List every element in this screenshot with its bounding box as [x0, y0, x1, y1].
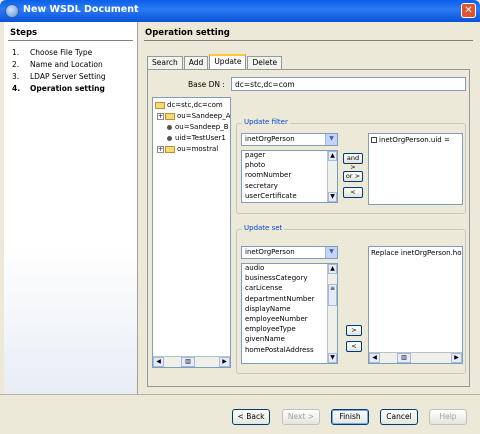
- finish-button[interactable]: Finish: [331, 409, 369, 425]
- tree-node[interactable]: uid=TestUser1: [165, 133, 226, 143]
- list-item[interactable]: roomNumber: [242, 171, 337, 181]
- scroll-thumb[interactable]: ≡: [328, 284, 337, 306]
- step-item-active: 4. Operation setting: [12, 84, 105, 93]
- set-objectclass-select[interactable]: inetOrgPerson ▼: [241, 246, 338, 259]
- tab-update[interactable]: Update: [209, 54, 247, 69]
- steps-header: Steps: [10, 28, 38, 38]
- list-item[interactable]: givenName: [242, 335, 337, 345]
- step-item: 2. Name and Location: [12, 60, 103, 69]
- back-button[interactable]: < Back: [232, 409, 270, 425]
- and-button[interactable]: and >: [343, 153, 363, 171]
- list-item[interactable]: departmentNumber: [242, 295, 337, 305]
- step-item: 3. LDAP Server Setting: [12, 72, 106, 81]
- scroll-thumb[interactable]: ▥: [397, 353, 411, 363]
- scroll-left-icon[interactable]: ◀: [369, 353, 380, 363]
- scroll-up-icon[interactable]: ▲: [328, 264, 337, 274]
- vertical-scrollbar[interactable]: ▲ ▼: [327, 151, 337, 202]
- horizontal-scrollbar[interactable]: ◀ ▥ ▶: [369, 352, 462, 363]
- scroll-left-icon[interactable]: ◀: [153, 357, 164, 367]
- set-attribute-list[interactable]: audio businessCategory carLicense depart…: [241, 263, 338, 364]
- base-dn-field[interactable]: dc=stc,dc=com: [231, 77, 466, 91]
- list-item[interactable]: audio: [242, 264, 337, 274]
- window-title: New WSDL Document: [23, 4, 139, 15]
- node-icon: [167, 135, 172, 141]
- update-filter-group: Update filter inetOrgPerson ▼ pager phot…: [236, 118, 466, 214]
- list-item[interactable]: userCertificate: [242, 192, 337, 202]
- wizard-button-bar: < Back Next > Finish Cancel Help: [0, 394, 480, 434]
- tree-node[interactable]: + ou=mostral: [157, 144, 218, 154]
- set-expression-area[interactable]: Replace inetOrgPerson.home ◀ ▥ ▶: [368, 246, 463, 364]
- steps-list: 1. Choose File Type 2. Name and Location 3…: [12, 48, 106, 96]
- expand-icon[interactable]: +: [157, 145, 164, 153]
- main-panel: Operation setting Search Add Update Dele…: [141, 22, 476, 394]
- tab-delete[interactable]: Delete: [247, 56, 283, 69]
- list-item[interactable]: secretary: [242, 182, 337, 192]
- tree-node[interactable]: + ou=Sandeep_A: [157, 111, 230, 121]
- help-button[interactable]: Help: [429, 409, 467, 425]
- checkbox-icon[interactable]: [371, 137, 377, 143]
- scroll-down-icon[interactable]: ▼: [328, 353, 337, 363]
- scroll-up-icon[interactable]: ▲: [328, 151, 337, 161]
- update-set-group: Update set inetOrgPerson ▼ audio busines…: [236, 224, 466, 374]
- remove-set-button[interactable]: <: [346, 341, 362, 352]
- list-item[interactable]: businessCategory: [242, 274, 337, 284]
- update-tab-panel: Base DN : dc=stc,dc=com dc=stc,dc=com + o…: [147, 69, 470, 387]
- steps-divider: [8, 40, 133, 41]
- header-divider: [144, 40, 473, 41]
- filter-expression-area[interactable]: inetOrgPerson.uid =: [368, 133, 463, 205]
- tree-node[interactable]: ou=Sandeep_B: [165, 122, 229, 132]
- list-item[interactable]: carLicense: [242, 284, 337, 294]
- or-button[interactable]: or >: [343, 171, 363, 182]
- node-icon: [167, 124, 172, 130]
- filter-attribute-list[interactable]: pager photo roomNumber secretary userCer…: [241, 150, 338, 203]
- list-item[interactable]: photo: [242, 161, 337, 171]
- chevron-down-icon[interactable]: ▼: [325, 247, 337, 258]
- list-item[interactable]: employeeType: [242, 325, 337, 335]
- remove-filter-button[interactable]: <: [343, 187, 363, 198]
- cancel-button[interactable]: Cancel: [380, 409, 418, 425]
- next-button[interactable]: Next >: [282, 409, 320, 425]
- tree-root[interactable]: dc=stc,dc=com: [155, 100, 223, 110]
- tree-horizontal-scrollbar[interactable]: ◀ ▥ ▶: [153, 356, 230, 367]
- tab-add[interactable]: Add: [183, 56, 209, 69]
- step-item: 1. Choose File Type: [12, 48, 93, 57]
- tab-search[interactable]: Search: [147, 56, 183, 69]
- list-item[interactable]: displayName: [242, 305, 337, 315]
- close-button[interactable]: ✕: [461, 3, 476, 18]
- folder-icon: [155, 101, 165, 109]
- directory-tree[interactable]: dc=stc,dc=com + ou=Sandeep_A ou=Sandeep_B…: [152, 97, 231, 368]
- list-item[interactable]: pager: [242, 151, 337, 161]
- operation-tabs: Search Add Update Delete: [147, 54, 283, 69]
- scroll-down-icon[interactable]: ▼: [328, 192, 337, 202]
- title-bar: New WSDL Document ✕: [0, 0, 480, 22]
- list-item[interactable]: homePostalAddress: [242, 346, 337, 356]
- add-set-button[interactable]: >: [346, 325, 362, 336]
- list-item[interactable]: employeeNumber: [242, 315, 337, 325]
- base-dn-label: Base DN :: [188, 80, 225, 89]
- folder-icon: [165, 112, 175, 120]
- folder-icon: [165, 145, 175, 153]
- page-title: Operation setting: [145, 28, 230, 38]
- vertical-scrollbar[interactable]: ▲ ≡ ▼: [327, 264, 337, 363]
- expand-icon[interactable]: +: [157, 112, 164, 120]
- update-set-legend: Update set: [242, 224, 285, 232]
- chevron-down-icon[interactable]: ▼: [325, 134, 337, 145]
- filter-objectclass-select[interactable]: inetOrgPerson ▼: [241, 133, 338, 146]
- update-filter-legend: Update filter: [242, 118, 290, 126]
- app-icon: [5, 4, 19, 18]
- scroll-right-icon[interactable]: ▶: [451, 353, 462, 363]
- steps-panel: Steps 1. Choose File Type 2. Name and Loca…: [4, 22, 138, 394]
- scroll-thumb[interactable]: ▥: [181, 357, 195, 367]
- scroll-right-icon[interactable]: ▶: [219, 357, 230, 367]
